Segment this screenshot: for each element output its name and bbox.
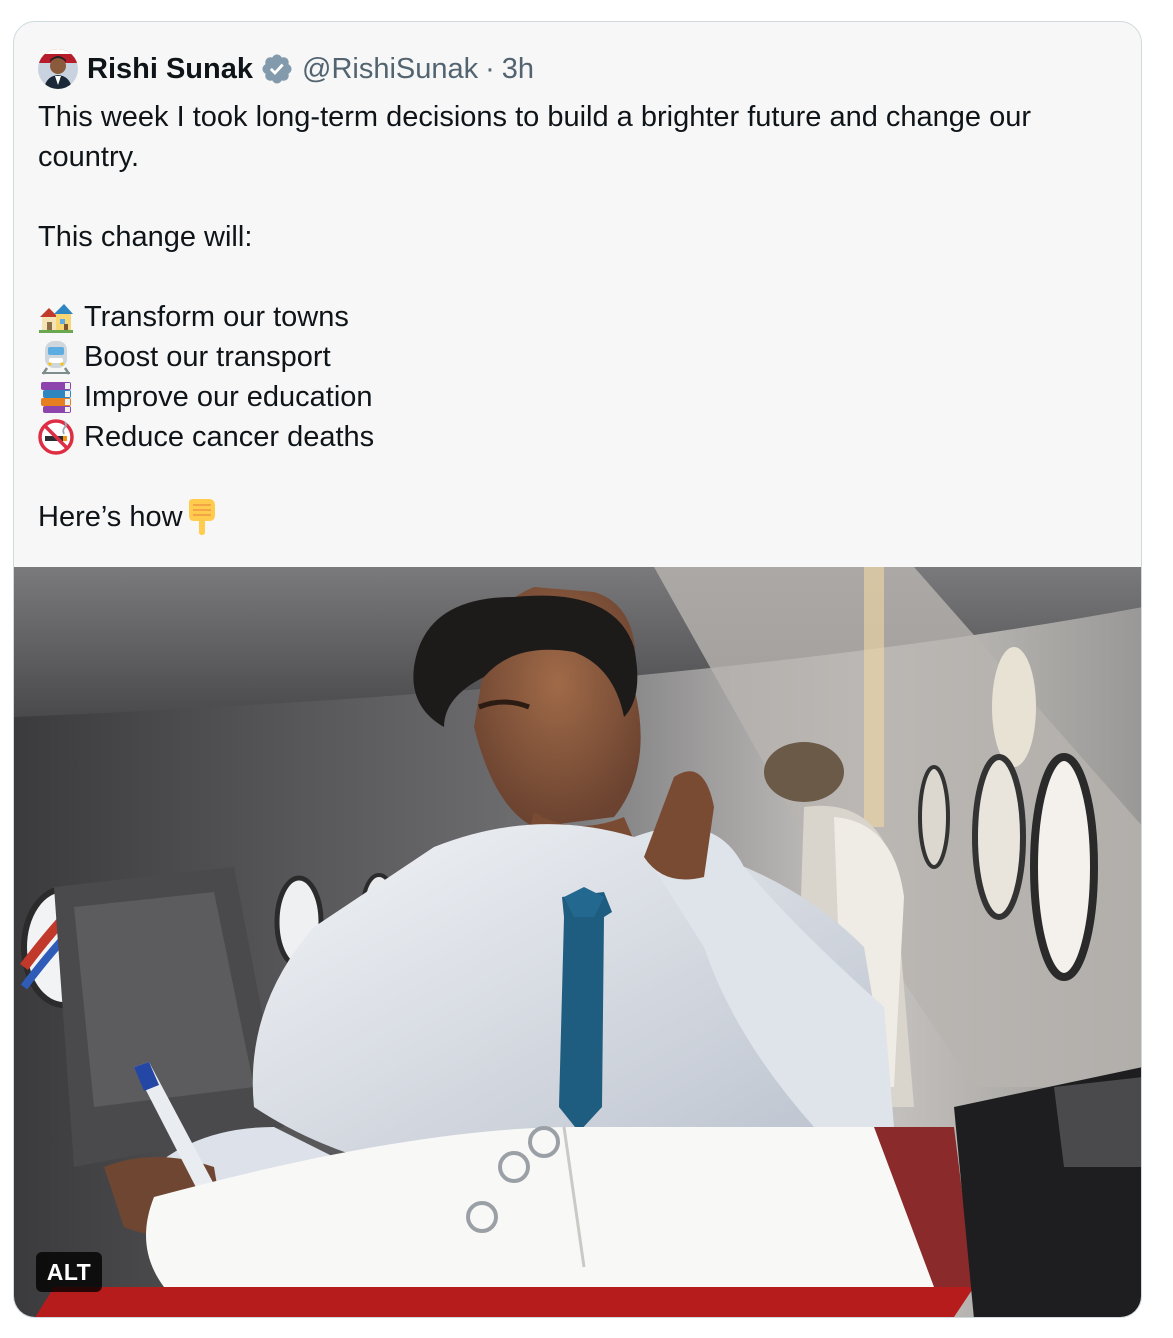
list-item-label: Reduce cancer deaths: [84, 421, 375, 453]
list-item: Boost our transport: [38, 337, 1123, 377]
tweet-photo[interactable]: ALT: [14, 567, 1141, 1317]
verified-badge-icon: [262, 54, 292, 84]
train-icon: [41, 341, 71, 375]
separator-dot: ·: [485, 52, 495, 85]
lead-in-line: This change will:: [38, 221, 253, 253]
author-name[interactable]: Rishi Sunak: [87, 53, 253, 86]
tweet-card[interactable]: Rishi Sunak @RishiSunak · 3h This week I…: [13, 21, 1142, 1318]
closing-text: Here’s how: [38, 501, 183, 533]
houses-icon: [39, 304, 73, 333]
list-item: Improve our education: [38, 377, 1123, 417]
closing-line: Here’s how: [38, 497, 1123, 537]
books-icon: [41, 382, 71, 413]
timestamp[interactable]: 3h: [502, 53, 534, 86]
avatar[interactable]: [38, 49, 78, 89]
intro-line: This week I took long-term decisions to …: [38, 101, 1031, 173]
list-item: Reduce cancer deaths: [38, 417, 1123, 457]
list-item-label: Transform our towns: [84, 301, 349, 333]
photo-image: [14, 567, 1141, 1317]
no-smoking-icon: [38, 419, 74, 455]
list-item: Transform our towns: [38, 297, 1123, 337]
list-item-label: Improve our education: [84, 381, 373, 413]
pointing-down-icon: [188, 499, 215, 535]
list-item-label: Boost our transport: [84, 341, 331, 373]
author-handle[interactable]: @RishiSunak: [302, 53, 478, 86]
tweet-header: Rishi Sunak @RishiSunak · 3h: [38, 49, 534, 89]
tweet-text: This week I took long-term decisions to …: [38, 97, 1123, 537]
alt-text-badge[interactable]: ALT: [36, 1252, 102, 1292]
